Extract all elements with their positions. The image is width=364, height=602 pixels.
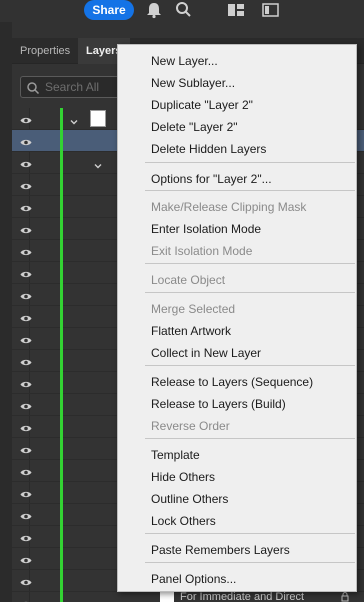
eye-icon[interactable] [20,334,32,344]
menu-item-locate-object[interactable]: Locate Object [151,270,225,290]
chevron-down-icon[interactable] [94,159,102,169]
layer-color-bar [60,350,63,372]
menu-separator [145,162,355,163]
menu-item-lock-others[interactable]: Lock Others [151,511,216,531]
share-button[interactable]: Share [84,0,134,20]
menu-separator [145,263,355,264]
layer-color-bar [60,548,63,570]
menu-item-template[interactable]: Template [151,445,200,465]
menu-separator [145,533,355,534]
layer-color-bar [60,526,63,548]
layer-color-bar [60,174,63,196]
eye-icon[interactable] [20,180,32,190]
menu-separator [145,562,355,563]
layer-color-bar [60,592,63,602]
eye-icon[interactable] [20,378,32,388]
layer-thumbnail [90,110,106,127]
layer-color-bar [60,372,63,394]
eye-icon[interactable] [20,510,32,520]
layer-color-bar [60,218,63,240]
layer-color-bar [60,482,63,504]
panel-gutter [0,22,12,602]
eye-icon[interactable] [20,290,32,300]
eye-icon[interactable] [20,136,32,146]
menu-item-panel-options[interactable]: Panel Options... [151,569,236,589]
menu-separator [145,365,355,366]
eye-icon[interactable] [20,246,32,256]
workspace-icon[interactable] [226,1,246,19]
eye-icon[interactable] [20,488,32,498]
menu-separator [145,292,355,293]
layer-color-bar [60,570,63,592]
menu-item-release-to-layers-build[interactable]: Release to Layers (Build) [151,394,286,414]
layer-color-bar [60,306,63,328]
eye-icon[interactable] [20,312,32,322]
app-bar: Share [0,0,364,22]
layer-color-bar [60,394,63,416]
layer-color-bar [60,416,63,438]
menu-item-new-layer[interactable]: New Layer... [151,51,218,71]
eye-icon[interactable] [20,356,32,366]
eye-icon[interactable] [20,532,32,542]
menu-item-new-sublayer[interactable]: New Sublayer... [151,73,235,93]
menu-item-duplicate-layer-2[interactable]: Duplicate "Layer 2" [151,95,253,115]
menu-item-delete-hidden-layers[interactable]: Delete Hidden Layers [151,139,266,159]
layer-color-bar [60,504,63,526]
eye-icon[interactable] [20,202,32,212]
menu-item-flatten-artwork[interactable]: Flatten Artwork [151,321,231,341]
layer-color-bar [60,240,63,262]
eye-icon[interactable] [20,114,32,124]
menu-item-delete-layer-2[interactable]: Delete "Layer 2" [151,117,238,137]
tab-properties[interactable]: Properties [12,38,76,64]
panel-toggle-icon[interactable] [261,1,281,19]
eye-icon[interactable] [20,598,32,602]
menu-item-make-release-clipping-mask[interactable]: Make/Release Clipping Mask [151,197,306,217]
chevron-down-icon[interactable] [70,115,78,125]
layer-color-bar [60,152,63,174]
layers-context-menu: New Layer... New Sublayer... Duplicate "La… [117,44,357,592]
layer-color-bar [60,196,63,218]
eye-icon[interactable] [20,224,32,234]
eye-icon[interactable] [20,268,32,278]
layer-name[interactable]: For Immediate and Direct [180,592,330,602]
eye-icon[interactable] [20,158,32,168]
layer-color-bar [60,284,63,306]
layer-color-bar [60,460,63,482]
menu-item-exit-isolation-mode[interactable]: Exit Isolation Mode [151,241,252,261]
menu-item-enter-isolation-mode[interactable]: Enter Isolation Mode [151,219,261,239]
search-input[interactable]: Search All [20,76,130,98]
layer-color-bar [60,328,63,350]
search-icon [27,82,40,95]
menu-separator [145,190,355,191]
search-placeholder: Search All [45,80,100,94]
layer-color-bar [60,262,63,284]
layer-color-bar [60,108,63,130]
layer-color-bar [60,130,63,152]
menu-item-merge-selected[interactable]: Merge Selected [151,299,235,319]
eye-icon[interactable] [20,400,32,410]
bell-icon[interactable] [144,1,164,19]
menu-item-release-to-layers-sequence[interactable]: Release to Layers (Sequence) [151,372,313,392]
menu-item-outline-others[interactable]: Outline Others [151,489,228,509]
search-icon[interactable] [174,1,194,19]
layer-thumbnail [160,592,174,602]
layer-color-bar [60,438,63,460]
menu-item-options-for-layer-2[interactable]: Options for "Layer 2"... [151,169,272,189]
eye-icon[interactable] [20,466,32,476]
eye-icon[interactable] [20,422,32,432]
eye-icon[interactable] [20,576,32,586]
eye-icon[interactable] [20,554,32,564]
menu-item-collect-in-new-layer[interactable]: Collect in New Layer [151,343,261,363]
menu-item-paste-remembers-layers[interactable]: Paste Remembers Layers [151,540,290,560]
menu-item-reverse-order[interactable]: Reverse Order [151,416,230,436]
eye-icon[interactable] [20,444,32,454]
lock-icon[interactable] [340,592,350,602]
menu-item-hide-others[interactable]: Hide Others [151,467,215,487]
menu-separator [145,438,355,439]
